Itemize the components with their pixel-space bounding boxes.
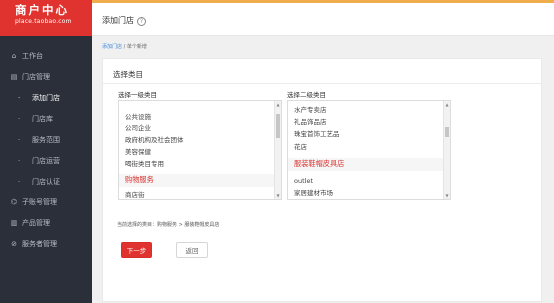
panel-title: 选择类目 — [113, 70, 143, 79]
list-item[interactable]: 美容保健 — [125, 147, 151, 157]
list-item-selected[interactable]: 购物服务 — [125, 175, 154, 185]
current-selection-text: 当前选择的类目：购物服务 > 服装鞋帽皮具店 — [117, 222, 220, 228]
sidebar-item-store-library[interactable]: · 门店库 — [0, 112, 92, 126]
sidebar-item-label: 门店运营 — [32, 157, 60, 165]
scroll-down-icon[interactable]: ▼ — [444, 193, 450, 198]
sidebar-item-label: 子账号管理 — [22, 198, 57, 206]
breadcrumb-link[interactable]: 添加门店 — [102, 44, 122, 50]
sidebar-item-label: 添加门店 — [32, 94, 60, 102]
sidebar-item-label: 服务范围 — [32, 136, 60, 144]
list-item[interactable]: 礼品饰品店 — [294, 117, 327, 127]
page-title: 添加门店? — [102, 15, 146, 26]
sidebar-item-workbench[interactable]: ⌂ 工作台 — [0, 49, 92, 63]
sidebar-item-add-store[interactable]: · 添加门店 — [0, 91, 92, 105]
list-item[interactable]: 家居建材市场 — [294, 188, 333, 198]
scroll-up-icon[interactable]: ▲ — [275, 102, 281, 107]
scroll-thumb[interactable] — [276, 114, 280, 138]
scroll-up-icon[interactable]: ▲ — [444, 102, 450, 107]
sidebar-item-store-management[interactable]: ▤ 门店管理 — [0, 70, 92, 84]
sidebar-item-label: 产品管理 — [22, 219, 50, 227]
first-category-list[interactable]: 公共设施 公司企业 政府机构及社会团体 美容保健 喝街类目专用 购物服务 商店街… — [118, 100, 282, 200]
sidebar-item-label: 工作台 — [22, 52, 43, 60]
list-item[interactable]: 公司企业 — [125, 123, 151, 133]
sidebar-item-products[interactable]: ▥ 产品管理 — [0, 216, 92, 230]
breadcrumb: 添加门店 / 单个新增 — [102, 43, 147, 50]
sidebar-item-label: 服务者管理 — [22, 240, 57, 248]
scroll-thumb[interactable] — [445, 127, 449, 137]
sidebar-item-store-certification[interactable]: · 门店认证 — [0, 175, 92, 189]
bullet-icon: · — [18, 136, 21, 144]
list-item[interactable]: 公共设施 — [125, 112, 151, 122]
next-step-button[interactable]: 下一步 — [121, 242, 152, 258]
list-item-selected[interactable]: 服装鞋帽皮具店 — [294, 159, 344, 169]
scrollbar[interactable]: ▲ ▼ — [274, 101, 281, 199]
home-icon: ⌂ — [11, 52, 17, 60]
help-icon[interactable]: ? — [137, 17, 146, 26]
list-item[interactable]: 水产专卖店 — [294, 105, 327, 115]
page-header: 添加门店? — [92, 3, 554, 36]
product-icon: ▥ — [10, 219, 18, 227]
breadcrumb-separator: / — [123, 44, 126, 50]
back-button[interactable]: 返回 — [176, 242, 208, 258]
store-icon: ▤ — [10, 73, 18, 81]
sidebar-item-service-scope[interactable]: · 服务范围 — [0, 133, 92, 147]
sidebar-item-sub-accounts[interactable]: ⌬ 子账号管理 — [0, 195, 92, 209]
list-item[interactable]: outlet — [294, 176, 313, 186]
brand-title: 商户中心 — [15, 3, 69, 17]
scrollbar[interactable]: ▲ ▼ — [443, 101, 450, 199]
sidebar-item-service-providers[interactable]: ⊘ 服务者管理 — [0, 237, 92, 251]
service-icon: ⊘ — [11, 240, 17, 248]
sidebar-item-label: 门店认证 — [32, 178, 60, 186]
bullet-icon: · — [18, 157, 21, 165]
sidebar: 商户中心 place.taobao.com ⌂ 工作台 ▤ 门店管理 · 添加门店 ·… — [0, 0, 92, 303]
list-item[interactable]: 政府机构及社会团体 — [125, 135, 184, 145]
second-category-list[interactable]: 水产专卖店 礼品饰品店 珠宝首饰工艺品 花店 服装鞋帽皮具店 outlet 家居… — [287, 100, 451, 200]
second-category-label: 选择二级类目 — [287, 91, 326, 99]
divider — [103, 83, 541, 84]
bullet-icon: · — [18, 178, 21, 186]
bullet-icon: · — [18, 115, 21, 123]
list-item[interactable]: 珠宝首饰工艺品 — [294, 129, 340, 139]
first-category-label: 选择一级类目 — [118, 91, 157, 99]
brand-logo[interactable]: 商户中心 place.taobao.com — [0, 0, 92, 36]
bullet-icon: · — [18, 94, 21, 102]
sidebar-item-store-operations[interactable]: · 门店运营 — [0, 154, 92, 168]
category-panel: 选择类目 选择一级类目 选择二级类目 公共设施 公司企业 政府机构及社会团体 美… — [102, 58, 542, 302]
sidebar-item-label: 门店库 — [32, 115, 53, 123]
list-item[interactable]: 喝街类目专用 — [125, 159, 164, 169]
sidebar-item-label: 门店管理 — [22, 73, 50, 81]
list-item[interactable]: 花店 — [294, 142, 307, 152]
list-item[interactable]: 商店街 — [125, 190, 145, 199]
account-icon: ⌬ — [10, 198, 18, 206]
breadcrumb-current: 单个新增 — [126, 44, 147, 50]
brand-subtitle: place.taobao.com — [15, 18, 72, 25]
page-title-text: 添加门店 — [102, 16, 134, 25]
scroll-down-icon[interactable]: ▼ — [275, 193, 281, 198]
